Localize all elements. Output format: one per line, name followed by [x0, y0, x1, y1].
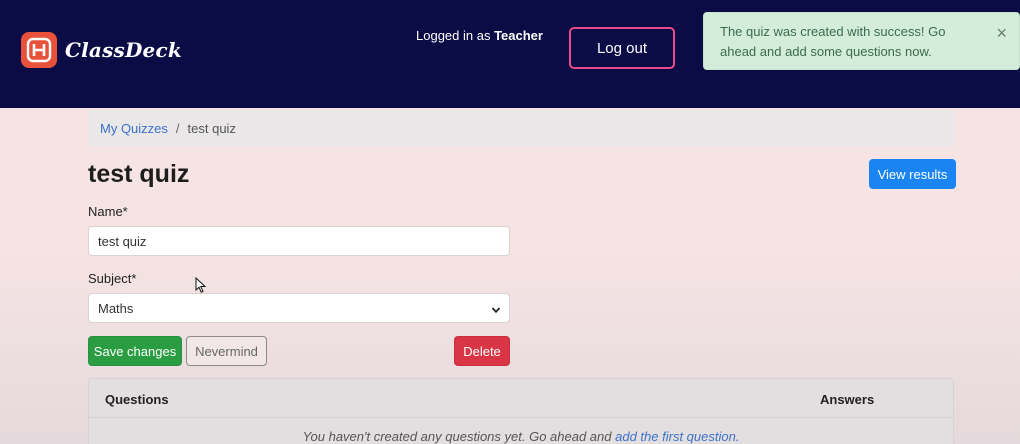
name-input-value: test quiz: [98, 233, 147, 249]
name-input[interactable]: test quiz: [88, 226, 510, 256]
column-header-questions: Questions: [105, 392, 169, 407]
classdeck-logo-icon: [21, 32, 57, 68]
nevermind-button[interactable]: Nevermind: [186, 336, 267, 366]
delete-button[interactable]: Delete: [454, 336, 510, 366]
brand-logo[interactable]: ClassDeck: [21, 31, 182, 69]
view-results-button[interactable]: View results: [869, 159, 956, 189]
column-header-answers: Answers: [820, 392, 875, 407]
empty-message-text: You haven't created any questions yet. G…: [302, 429, 612, 444]
name-label: Name*: [88, 204, 128, 219]
subject-label: Subject*: [88, 271, 137, 286]
chevron-down-icon: [491, 303, 501, 318]
logged-in-user: Teacher: [494, 28, 543, 43]
logged-in-status: Logged in as Teacher: [416, 28, 543, 43]
breadcrumb-separator: /: [175, 120, 180, 136]
success-alert: The quiz was created with success! Go ah…: [703, 12, 1020, 70]
brand-name: ClassDeck: [65, 38, 182, 62]
subject-select-value: Maths: [98, 300, 134, 316]
table-header: Questions Answers: [89, 379, 953, 418]
logged-in-prefix: Logged in as: [416, 28, 491, 43]
alert-message: The quiz was created with success! Go ah…: [720, 24, 946, 59]
breadcrumb-my-quizzes[interactable]: My Quizzes: [100, 121, 168, 136]
page-title: test quiz: [88, 160, 190, 188]
questions-table: Questions Answers You haven't created an…: [88, 378, 954, 444]
breadcrumb: My Quizzes / test quiz: [88, 110, 954, 146]
save-changes-button[interactable]: Save changes: [88, 336, 182, 366]
empty-questions-message: You haven't created any questions yet. G…: [89, 429, 953, 444]
breadcrumb-current: test quiz: [187, 120, 236, 136]
subject-select[interactable]: Maths: [88, 293, 510, 323]
mouse-pointer-icon: [195, 276, 207, 299]
close-icon[interactable]: ×: [996, 23, 1007, 43]
logout-button[interactable]: Log out: [569, 27, 675, 69]
add-first-question-link[interactable]: add the first question.: [615, 429, 739, 444]
